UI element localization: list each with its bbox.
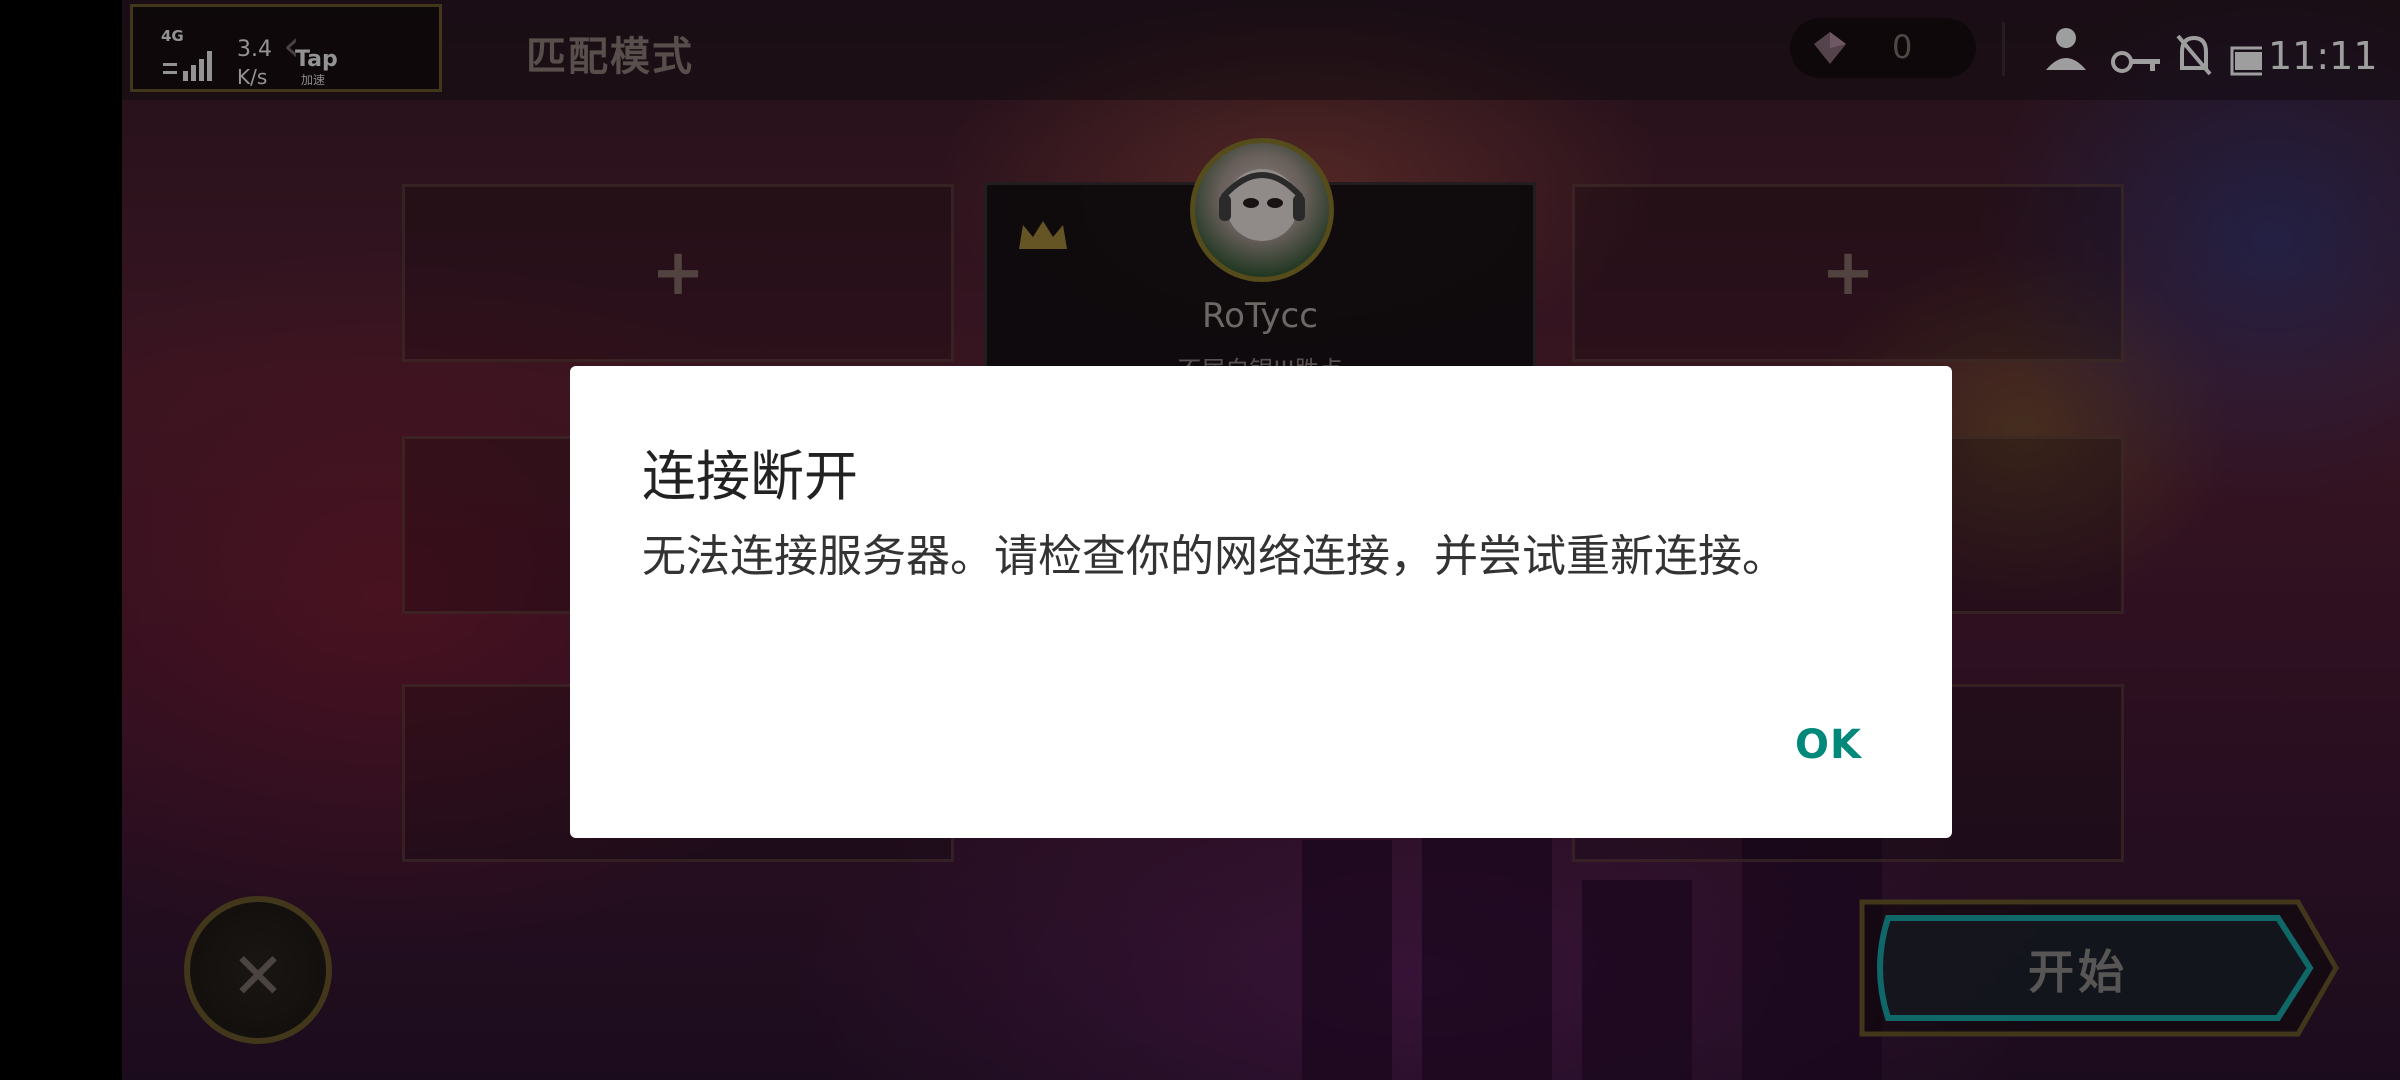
dialog-message: 无法连接服务器。请检查你的网络连接，并尝试重新连接。 (642, 531, 1786, 582)
ok-button[interactable]: OK (1795, 722, 1862, 768)
connection-lost-dialog: 连接断开 无法连接服务器。请检查你的网络连接，并尝试重新连接。 OK (570, 366, 1952, 838)
dialog-title: 连接断开 (642, 445, 858, 508)
